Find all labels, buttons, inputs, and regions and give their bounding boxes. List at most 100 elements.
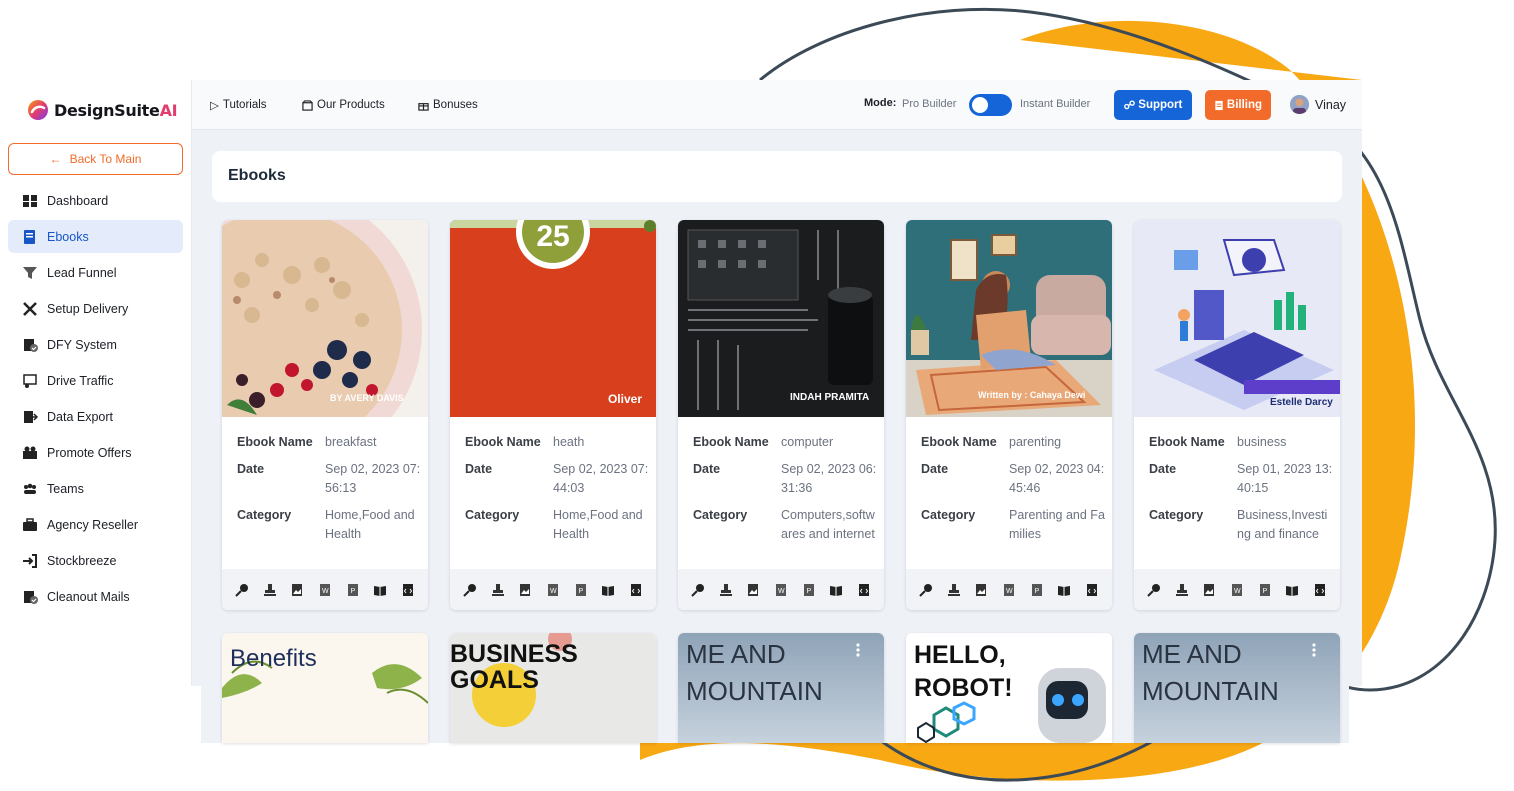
sidebar-item-dfy-system[interactable]: DFY System	[8, 328, 183, 361]
back-to-main-label: Back To Main	[69, 152, 142, 166]
pdf-file-icon[interactable]: P	[346, 583, 360, 597]
stamp-icon[interactable]	[1175, 583, 1189, 597]
ebook-card[interactable]: 25 Oliver Ebook Name heath Date Sep 02, 20…	[450, 220, 656, 610]
user-avatar-icon	[1290, 95, 1309, 114]
ebook-date-value: Sep 02, 2023 04:45:46	[1009, 462, 1105, 495]
user-name: Vinay	[1315, 97, 1347, 112]
ebook-card[interactable]: BUSINESS GOALS	[450, 633, 656, 743]
stamp-icon[interactable]	[491, 583, 505, 597]
pdf-file-icon[interactable]: P	[1258, 583, 1272, 597]
tutorials-link[interactable]: ▷ Tutorials	[210, 94, 267, 116]
image-file-icon[interactable]	[974, 583, 988, 597]
pdf-file-icon[interactable]: P	[1030, 583, 1044, 597]
key-icon[interactable]	[463, 583, 477, 597]
billing-button[interactable]: Billing	[1205, 90, 1271, 120]
more-options-icon[interactable]	[1084, 643, 1088, 657]
open-book-icon[interactable]	[373, 583, 387, 597]
sidebar-item-data-export[interactable]: Data Export	[8, 400, 183, 433]
more-options-icon[interactable]	[1312, 643, 1316, 657]
image-file-icon[interactable]	[1202, 583, 1216, 597]
image-file-icon[interactable]	[290, 583, 304, 597]
svg-text:P: P	[1262, 588, 1267, 595]
ebook-card[interactable]: ME AND MOUNTAIN	[1134, 633, 1340, 743]
sidebar-item-cleanout-mails[interactable]: Cleanout Mails	[8, 580, 183, 613]
sidebar-item-setup-delivery[interactable]: Setup Delivery	[8, 292, 183, 325]
word-file-icon[interactable]: W	[546, 583, 560, 597]
sidebar-item-stockbreeze[interactable]: Stockbreeze	[8, 544, 183, 577]
ebook-cover[interactable]: Written by : Cahaya Dewi	[906, 220, 1112, 417]
image-file-icon[interactable]	[746, 583, 760, 597]
more-options-icon[interactable]	[856, 643, 860, 657]
business-isometric-image: Estelle Darcy	[1134, 220, 1340, 417]
business-goals-cover-image: BUSINESS GOALS	[450, 633, 656, 743]
sidebar-item-lead-funnel[interactable]: Lead Funnel	[8, 256, 183, 289]
image-file-icon[interactable]	[518, 583, 532, 597]
ebook-card[interactable]: Benefits	[222, 633, 428, 743]
ebook-category-value: Home,Food and Health	[553, 508, 643, 541]
open-book-icon[interactable]	[829, 583, 843, 597]
code-file-icon[interactable]	[401, 583, 415, 597]
builder-mode-toggle[interactable]	[969, 94, 1012, 116]
mountain-cover-image: ME AND MOUNTAIN	[1134, 633, 1340, 743]
key-icon[interactable]	[235, 583, 249, 597]
ebook-name-label: Ebook Name	[693, 435, 769, 449]
svg-text:P: P	[806, 588, 811, 595]
brand-name-main: DesignSuite	[54, 100, 160, 120]
brand-name-accent: AI	[159, 100, 178, 120]
word-file-icon[interactable]: W	[1230, 583, 1244, 597]
sidebar-item-label: Setup Delivery	[47, 301, 129, 316]
ebook-author: INDAH PRAMITA	[790, 392, 869, 403]
ebook-cover[interactable]: 25 Oliver	[450, 220, 656, 417]
key-icon[interactable]	[691, 583, 705, 597]
key-icon[interactable]	[1147, 583, 1161, 597]
circuit-board-image: INDAH PRAMITA	[678, 220, 884, 417]
user-menu[interactable]: Vinay	[1290, 95, 1346, 114]
ebook-cover[interactable]: BY AVERY DAVIS	[222, 220, 428, 417]
sidebar-item-label: Ebooks	[47, 229, 89, 244]
cover-title-line1: ME AND	[686, 639, 786, 669]
sidebar-item-agency-reseller[interactable]: Agency Reseller	[8, 508, 183, 541]
dashboard-icon	[23, 194, 37, 207]
ebook-action-bar: W P	[450, 569, 656, 610]
ebook-card[interactable]: INDAH PRAMITA Ebook Name computer Date Sep…	[678, 220, 884, 610]
ebook-cover[interactable]: Estelle Darcy	[1134, 220, 1340, 417]
ebook-name-label: Ebook Name	[1149, 435, 1225, 449]
support-button[interactable]: ☍ Support	[1114, 90, 1192, 120]
stamp-icon[interactable]	[947, 583, 961, 597]
svg-text:W: W	[1234, 588, 1241, 595]
sidebar-nav: Dashboard Ebooks Lead Funnel Setup Deliv…	[8, 184, 183, 616]
bonuses-link[interactable]: Bonuses	[418, 94, 478, 116]
stamp-icon[interactable]	[719, 583, 733, 597]
word-file-icon[interactable]: W	[774, 583, 788, 597]
open-book-icon[interactable]	[1057, 583, 1071, 597]
ebook-card[interactable]: ME AND MOUNTAIN	[678, 633, 884, 743]
svg-text:P: P	[350, 588, 355, 595]
brand-logo[interactable]: DesignSuiteAI	[26, 98, 178, 122]
stamp-icon[interactable]	[263, 583, 277, 597]
sidebar-item-promote-offers[interactable]: Promote Offers	[8, 436, 183, 469]
word-file-icon[interactable]: W	[1002, 583, 1016, 597]
our-products-link[interactable]: Our Products	[302, 94, 385, 116]
ebook-card[interactable]: BY AVERY DAVIS Ebook Name breakfast Date S…	[222, 220, 428, 610]
open-book-icon[interactable]	[601, 583, 615, 597]
ebook-card[interactable]: Written by : Cahaya Dewi Ebook Name paren…	[906, 220, 1112, 610]
sidebar-item-drive-traffic[interactable]: Drive Traffic	[8, 364, 183, 397]
pdf-file-icon[interactable]: P	[802, 583, 816, 597]
code-file-icon[interactable]	[1313, 583, 1327, 597]
code-file-icon[interactable]	[857, 583, 871, 597]
ebook-card[interactable]: HELLO, ROBOT!	[906, 633, 1112, 743]
sidebar-item-ebooks[interactable]: Ebooks	[8, 220, 183, 253]
open-book-icon[interactable]	[1285, 583, 1299, 597]
sidebar-item-label: Data Export	[47, 409, 114, 424]
toggle-knob	[972, 97, 988, 113]
pdf-file-icon[interactable]: P	[574, 583, 588, 597]
ebook-cover[interactable]: INDAH PRAMITA	[678, 220, 884, 417]
code-file-icon[interactable]	[629, 583, 643, 597]
back-to-main-button[interactable]: ← Back To Main	[8, 143, 183, 175]
code-file-icon[interactable]	[1085, 583, 1099, 597]
key-icon[interactable]	[919, 583, 933, 597]
ebook-card[interactable]: Estelle Darcy Ebook Name business Date Sep…	[1134, 220, 1340, 610]
sidebar-item-dashboard[interactable]: Dashboard	[8, 184, 183, 217]
sidebar-item-teams[interactable]: Teams	[8, 472, 183, 505]
word-file-icon[interactable]: W	[318, 583, 332, 597]
